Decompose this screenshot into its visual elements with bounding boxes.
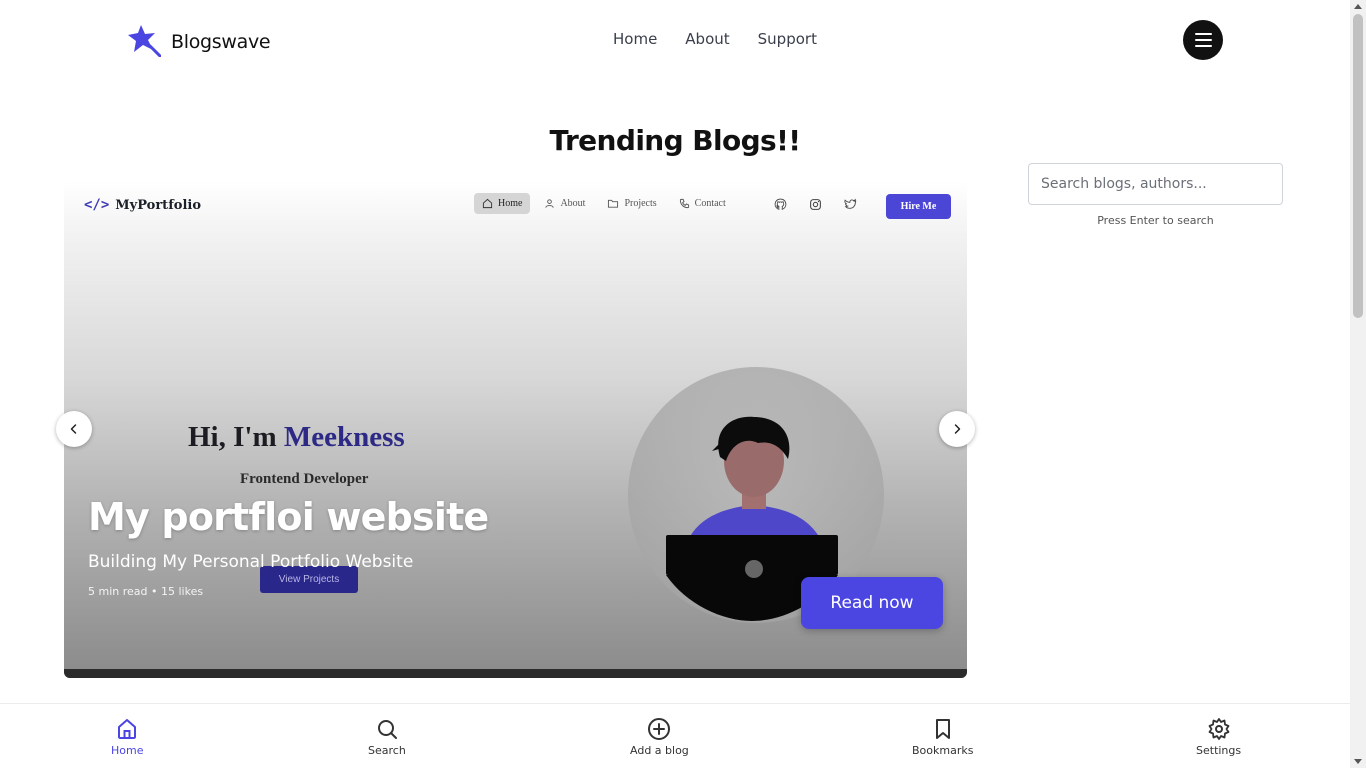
slide-image-nav-about: About [536, 193, 593, 214]
slide-image-nav-label: Home [498, 198, 523, 209]
user-icon [545, 199, 555, 208]
carousel-bottom-bar [64, 669, 967, 678]
folder-icon [608, 199, 619, 208]
slide-image-nav-label: About [560, 198, 586, 209]
carousel-next-button[interactable] [939, 411, 975, 447]
slide-image-nav-projects: Projects [599, 193, 664, 214]
slide-image-greeting: Hi, I'm Meekness [188, 421, 405, 454]
trending-carousel[interactable]: </> MyPortfolio Home About Projects Cont… [64, 181, 967, 678]
home-icon [482, 198, 493, 209]
search-box [1028, 163, 1283, 205]
slide-image-nav-contact: Contact [671, 193, 734, 214]
code-icon: </> [84, 197, 110, 213]
scrollbar-thumb[interactable] [1353, 14, 1363, 318]
nav-support-link[interactable]: Support [758, 30, 817, 48]
slide-image-nav-label: Projects [624, 198, 657, 209]
slide-image-greeting-text: Hi, I'm [188, 421, 284, 453]
instagram-icon [810, 199, 821, 210]
read-now-button[interactable]: Read now [801, 577, 943, 629]
chevron-left-icon [70, 424, 77, 434]
nav-about-link[interactable]: About [685, 30, 729, 48]
main-nav: Home About Support [613, 30, 845, 48]
slide-image-nav-home: Home [474, 193, 531, 214]
star-icon [127, 23, 162, 61]
search-input[interactable] [1029, 164, 1282, 204]
bottom-nav-home[interactable]: Home [111, 717, 143, 757]
search-icon [377, 720, 397, 739]
hamburger-icon-line [1194, 39, 1212, 41]
brand-logo[interactable]: Blogswave [127, 23, 271, 61]
carousel-prev-button[interactable] [56, 411, 92, 447]
slide-image-nav-label: Contact [694, 198, 726, 209]
bookmark-icon [935, 719, 950, 739]
bottom-nav-label: Add a blog [630, 744, 689, 757]
slide-title[interactable]: My portfloi website [88, 495, 489, 539]
home-icon [118, 719, 137, 739]
slide-meta: 5 min read • 15 likes [88, 585, 204, 598]
nav-home-link[interactable]: Home [613, 30, 657, 48]
plus-circle-icon [648, 718, 671, 740]
slide-image-social [774, 198, 857, 211]
bottom-nav-search[interactable]: Search [368, 717, 406, 757]
top-header: Blogswave Home About Support [0, 0, 1350, 82]
gear-icon [1208, 718, 1229, 740]
bottom-nav-bookmarks[interactable]: Bookmarks [912, 717, 973, 757]
scroll-up-icon[interactable] [1354, 4, 1362, 9]
phone-icon [679, 198, 689, 209]
scroll-down-icon[interactable] [1354, 759, 1362, 764]
slide-image-logo: </> MyPortfolio [84, 197, 201, 213]
bottom-nav-add-blog[interactable]: Add a blog [630, 717, 689, 757]
slide-image-nav: Home About Projects Contact [474, 193, 734, 214]
search-hint: Press Enter to search [1097, 214, 1214, 227]
github-icon [774, 198, 787, 210]
bottom-nav-settings[interactable]: Settings [1196, 717, 1241, 757]
page: Blogswave Home About Support Trending Bl… [0, 0, 1366, 768]
page-title: Trending Blogs!! [549, 124, 802, 157]
slide-image-header: </> MyPortfolio Home About Projects Cont… [84, 189, 951, 221]
hamburger-icon-line [1194, 45, 1212, 47]
bottom-nav-label: Bookmarks [912, 744, 974, 757]
hamburger-icon-line [1194, 33, 1212, 35]
slide-image-role: Frontend Developer [240, 471, 369, 487]
slide-image-logo-text: MyPortfolio [115, 197, 202, 213]
menu-button[interactable] [1183, 20, 1223, 60]
page-scrollbar[interactable] [1350, 0, 1366, 768]
chevron-right-icon [954, 424, 961, 434]
bottom-nav: Home Search Add a blog Bookmarks Setting… [0, 703, 1350, 768]
slide-subtitle: Building My Personal Portfolio Website [88, 552, 414, 572]
bottom-nav-label: Search [368, 744, 406, 757]
slide-image-hire-button: Hire Me [886, 194, 951, 219]
bottom-nav-label: Home [111, 744, 144, 757]
slide-image-greeting-name: Meekness [283, 421, 405, 453]
bottom-nav-label: Settings [1196, 744, 1242, 757]
brand-name: Blogswave [171, 31, 271, 53]
twitter-icon [844, 198, 857, 209]
